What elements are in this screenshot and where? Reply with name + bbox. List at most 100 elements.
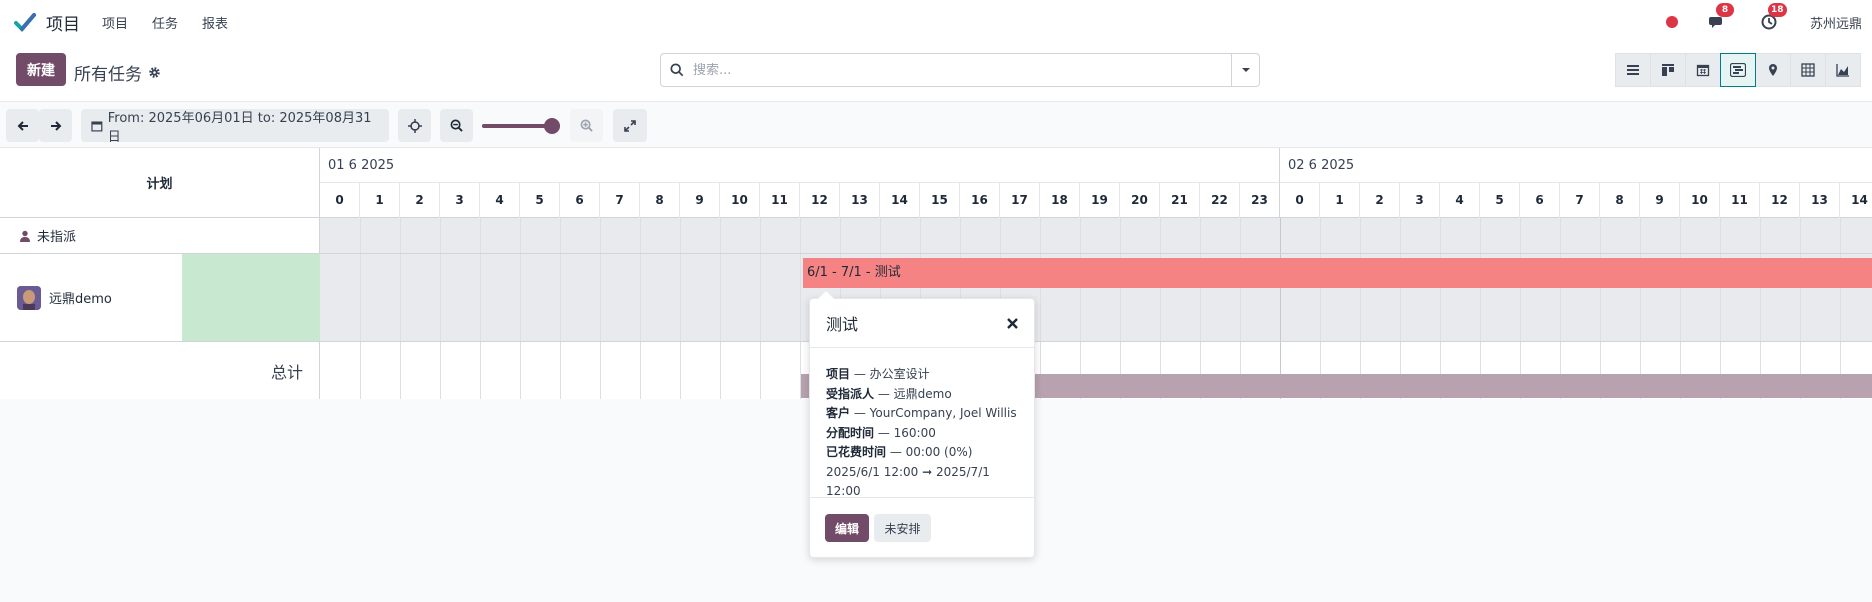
- grid-line: [1280, 218, 1281, 253]
- task-pill[interactable]: 6/1 - 7/1 - 测试: [803, 258, 1872, 288]
- unschedule-button[interactable]: 未安排: [874, 514, 931, 542]
- hour-cell: 9: [680, 183, 720, 218]
- grid-line: [840, 218, 841, 253]
- grid-line: [480, 218, 481, 253]
- fullscreen-button[interactable]: [613, 109, 647, 142]
- page-title-text: 所有任务: [74, 65, 142, 85]
- grid-line: [400, 342, 401, 399]
- hour-cell: 6: [1520, 183, 1560, 218]
- kanban-view-button[interactable]: [1650, 53, 1686, 87]
- grid-line: [1720, 218, 1721, 253]
- grid-line: [1520, 218, 1521, 253]
- main-menu: 项目 任务 报表: [102, 13, 252, 32]
- grid-line: [1400, 218, 1401, 253]
- hour-cell: 1: [1320, 183, 1360, 218]
- edit-button[interactable]: 编辑: [825, 514, 869, 542]
- hour-cell: 13: [840, 183, 880, 218]
- zoom-in-button[interactable]: [570, 109, 603, 142]
- hour-cell: 6: [560, 183, 600, 218]
- grid-line: [1240, 218, 1241, 253]
- map-view-button[interactable]: [1755, 53, 1791, 87]
- grid-line: [800, 218, 801, 253]
- grid-line: [760, 254, 761, 341]
- grid-line: [1640, 218, 1641, 253]
- zoom-slider-handle[interactable]: [544, 118, 560, 134]
- grid-line: [360, 218, 361, 253]
- grid-line: [520, 342, 521, 399]
- row-unassigned[interactable]: 未指派: [0, 218, 320, 254]
- row-user[interactable]: 远鼎demo: [0, 254, 320, 342]
- list-icon: [1627, 65, 1639, 75]
- hour-cell: 18: [1040, 183, 1080, 218]
- crosshairs-icon: [407, 118, 422, 133]
- messages-icon[interactable]: 8: [1706, 3, 1734, 33]
- hour-cell: 2: [400, 183, 440, 218]
- hour-cell: 1: [360, 183, 400, 218]
- hour-cell: 4: [480, 183, 520, 218]
- previous-button[interactable]: [6, 109, 39, 142]
- gantt-view-button[interactable]: [1720, 53, 1756, 87]
- grid-line: [360, 254, 361, 341]
- avatar: [17, 285, 41, 310]
- pivot-view-button[interactable]: [1790, 53, 1826, 87]
- search-input[interactable]: [693, 62, 1231, 78]
- grid-line: [360, 342, 361, 399]
- grid-line: [1680, 218, 1681, 253]
- grid-line: [400, 254, 401, 341]
- grid-line: [640, 218, 641, 253]
- calendar-view-button[interactable]: [1685, 53, 1721, 87]
- arrow-right-icon: [50, 120, 61, 131]
- list-view-button[interactable]: [1615, 53, 1651, 87]
- search-options-toggle[interactable]: [1231, 54, 1259, 86]
- date-range-picker[interactable]: From: 2025年06月01日 to: 2025年08月31日: [81, 109, 389, 145]
- grid-line: [760, 218, 761, 253]
- graph-view-button[interactable]: [1825, 53, 1861, 87]
- hour-cell: 20: [1120, 183, 1160, 218]
- grid-line: [1760, 218, 1761, 253]
- hour-cell: 15: [920, 183, 960, 218]
- zoom-out-button[interactable]: [440, 109, 473, 142]
- table-icon: [1801, 63, 1815, 77]
- grid-line: [1000, 218, 1001, 253]
- hour-cell: 17: [1000, 183, 1040, 218]
- menu-item-projects[interactable]: 项目: [102, 13, 128, 32]
- hour-cell: 22: [1200, 183, 1240, 218]
- area-chart-icon: [1836, 64, 1849, 77]
- row-user-label: 远鼎demo: [49, 292, 112, 307]
- focus-today-button[interactable]: [398, 109, 431, 142]
- row-total-label: 总计: [270, 362, 303, 382]
- menu-item-reports[interactable]: 报表: [202, 13, 228, 32]
- project-app-icon[interactable]: [14, 11, 36, 33]
- next-button[interactable]: [39, 109, 72, 142]
- new-button[interactable]: 新建: [16, 53, 66, 86]
- menu-item-tasks[interactable]: 任务: [152, 13, 178, 32]
- kanban-icon: [1662, 64, 1674, 76]
- activities-badge: 18: [1767, 3, 1787, 17]
- company-switcher[interactable]: 苏州远鼎: [1810, 13, 1862, 32]
- grid-line: [960, 218, 961, 253]
- day-header-1: 01 6 2025: [320, 148, 1280, 183]
- gear-icon[interactable]: [148, 66, 161, 79]
- hour-cell: 0: [320, 183, 360, 218]
- close-icon[interactable]: [1004, 315, 1020, 331]
- row-unassigned-label: 未指派: [37, 230, 77, 245]
- hour-cell: 21: [1160, 183, 1200, 218]
- zoom-slider[interactable]: [482, 118, 560, 134]
- grid-line: [560, 218, 561, 253]
- status-indicator[interactable]: [1665, 16, 1678, 28]
- hour-cell: 3: [440, 183, 480, 218]
- app-name[interactable]: 项目: [46, 10, 80, 35]
- hours-header-row: 0 1 2 3 4 5 6 7 8 9 10 11 12 13 14 15 16 17 18 19 20 21 22 23 0 1…: [320, 183, 1872, 218]
- hour-cell: 14: [1840, 183, 1872, 218]
- calendar-icon: [91, 120, 103, 131]
- calendar-icon: [1696, 64, 1710, 77]
- grid-line: [640, 342, 641, 399]
- date-range-text: From: 2025年06月01日 to: 2025年08月31日: [107, 110, 372, 145]
- row-unassigned-cells[interactable]: [320, 218, 1872, 254]
- grid-line: [1840, 218, 1841, 253]
- activities-icon[interactable]: 18: [1758, 3, 1787, 33]
- grid-line: [680, 218, 681, 253]
- control-panel: 新建 所有任务: [0, 44, 1872, 102]
- hour-cell: 2: [1360, 183, 1400, 218]
- gantt-header-title: 计划: [0, 148, 320, 218]
